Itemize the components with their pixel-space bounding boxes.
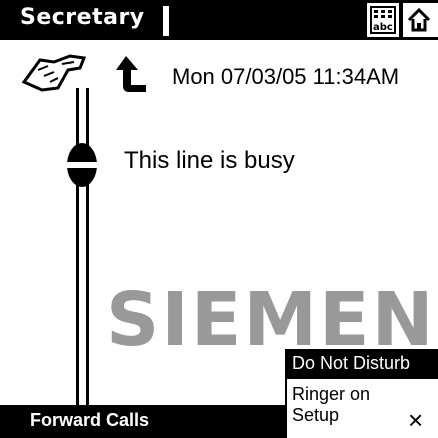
phone-handset-icon	[21, 54, 87, 92]
call-line-track	[76, 88, 79, 405]
title-divider	[163, 6, 169, 36]
help-button[interactable]	[434, 3, 438, 37]
keypad-button[interactable]: abc	[367, 3, 399, 37]
menu-item-do-not-disturb[interactable]: Do Not Disturb	[292, 353, 410, 374]
abc-keypad-icon: abc	[370, 6, 396, 34]
svg-text:abc: abc	[373, 22, 393, 33]
busy-icon	[67, 143, 97, 187]
close-icon[interactable]: ×	[408, 405, 423, 435]
call-line-track	[86, 88, 89, 405]
home-button[interactable]	[403, 3, 435, 37]
datetime-display: Mon 07/03/05 11:34AM	[172, 64, 400, 89]
page-title: Secretary	[20, 5, 145, 30]
line-status-text: This line is busy	[124, 147, 295, 174]
menu-item-setup[interactable]: Setup	[292, 405, 339, 426]
home-icon	[407, 7, 431, 32]
outgoing-arrow-icon	[116, 56, 146, 92]
menu-item-ringer[interactable]: Ringer on	[292, 384, 370, 405]
forward-calls-button[interactable]: Forward Calls	[30, 410, 149, 431]
phone-screen: Secretary abc ? Mon 07/03/05 11:34AM Thi…	[0, 0, 438, 438]
